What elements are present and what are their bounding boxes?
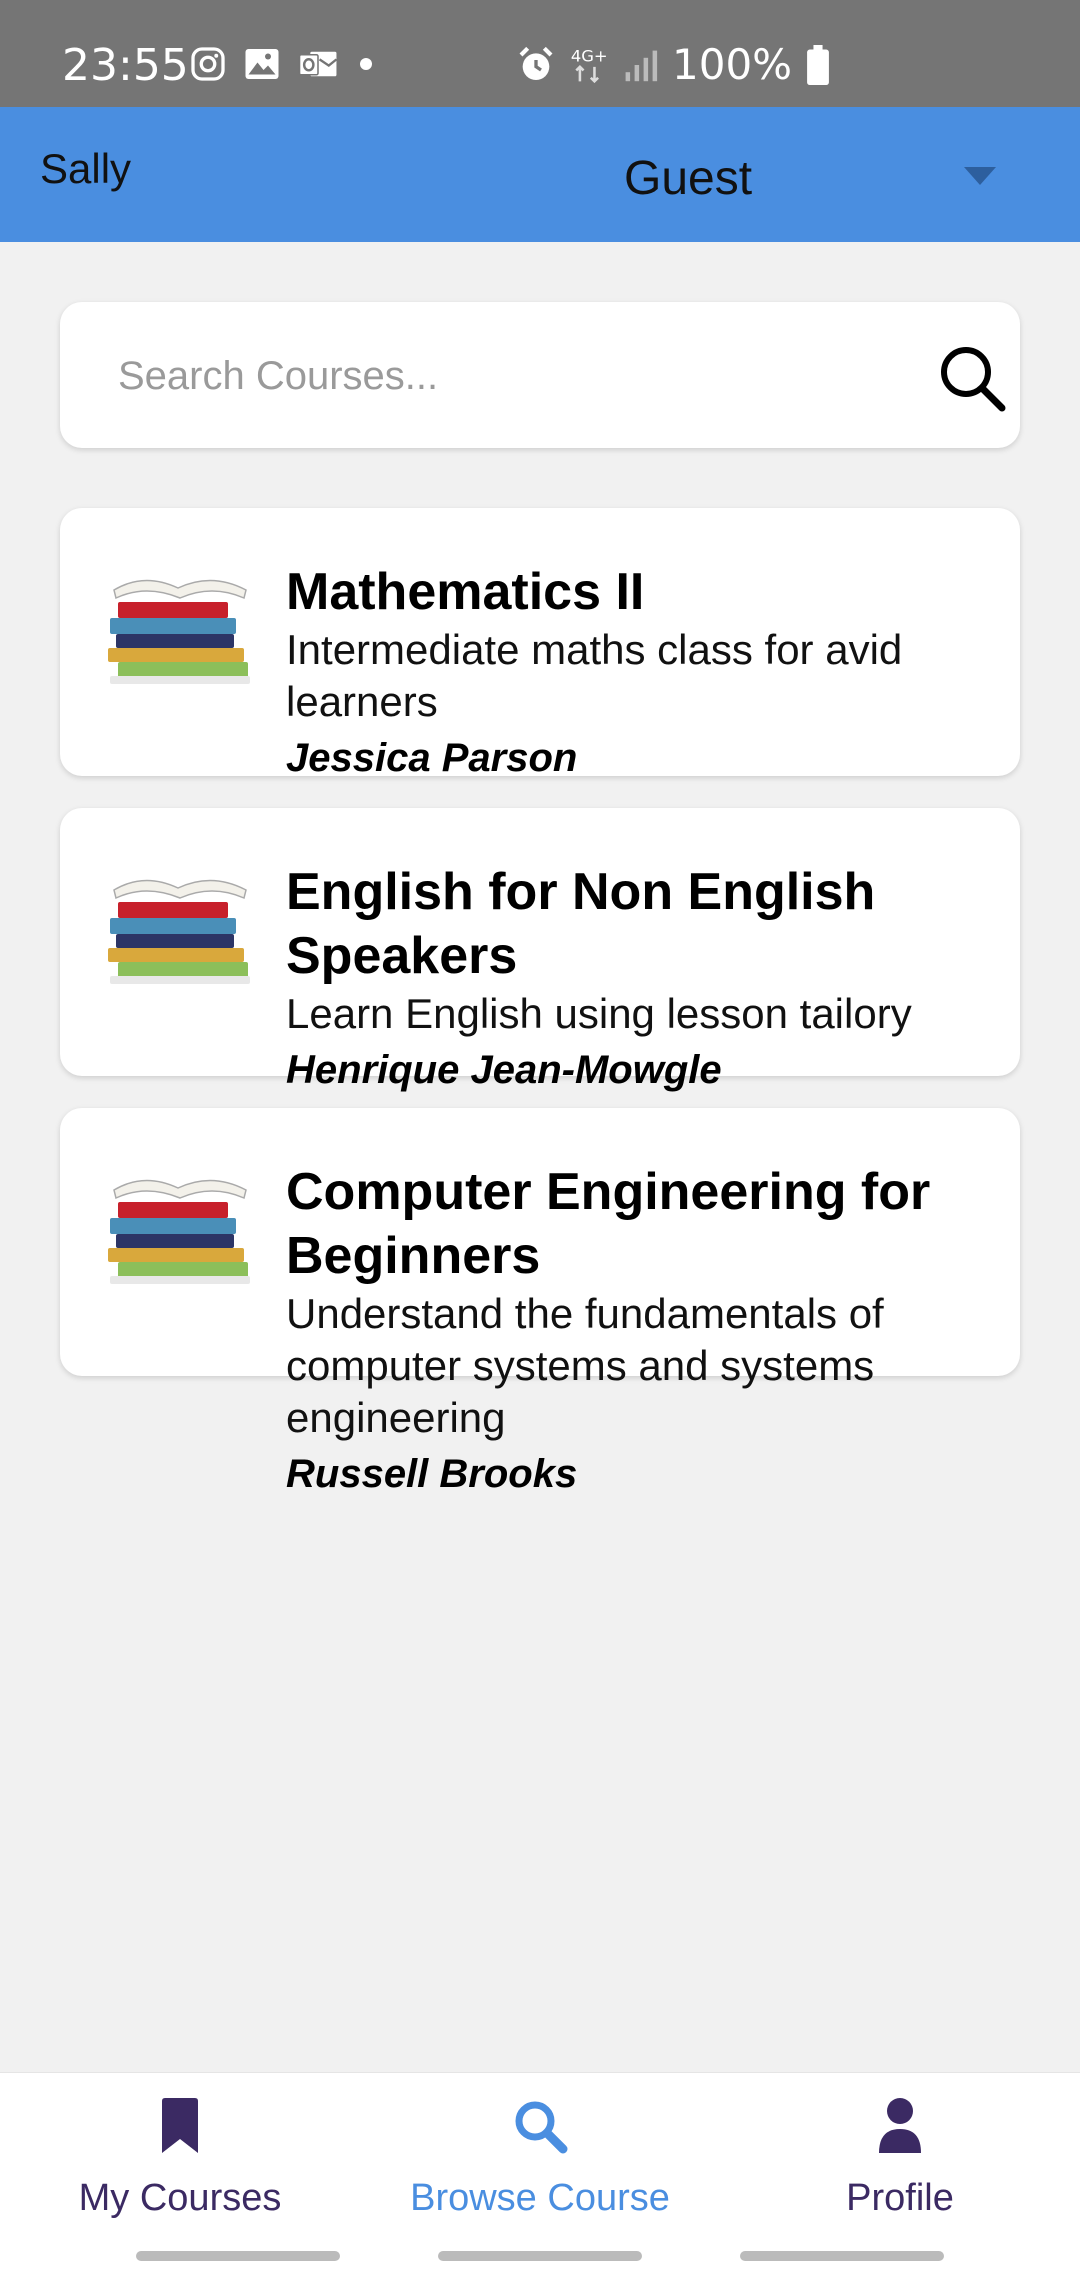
system-icons: 4G+ 100% — [516, 40, 830, 89]
gallery-icon — [245, 49, 279, 79]
course-info: English for Non English Speakers Learn E… — [286, 860, 1006, 1100]
app-header: Sally Guest — [0, 107, 1080, 242]
gesture-bar — [740, 2251, 944, 2261]
course-description: Learn English using lesson tailory — [286, 990, 912, 1037]
books-image — [108, 879, 250, 984]
search-icon — [515, 2101, 568, 2154]
course-card[interactable]: Mathematics II Intermediate maths class … — [60, 508, 1020, 780]
nav-label: My Courses — [78, 2177, 282, 2219]
search-bar — [60, 302, 1020, 448]
outlook-icon — [298, 51, 338, 77]
user-name: Sally — [40, 145, 132, 192]
nav-label: Browse Course — [410, 2177, 670, 2219]
bookmark-icon — [162, 2098, 198, 2153]
nav-my-courses[interactable]: My Courses — [0, 2097, 360, 2220]
user-icon — [879, 2098, 921, 2153]
course-title: Mathematics II — [286, 563, 645, 621]
course-author: Russell Brooks — [286, 1452, 578, 1496]
course-card[interactable]: Computer Engineering for Beginners Under… — [60, 1108, 1020, 1496]
gesture-bar — [136, 2251, 340, 2261]
course-description: Understand the fundamentals of computer … — [286, 1290, 884, 1441]
books-image — [108, 1179, 250, 1284]
battery-icon — [807, 44, 829, 85]
books-image — [108, 579, 250, 684]
nav-profile[interactable]: Profile — [720, 2097, 1080, 2220]
battery-percentage: 100% — [672, 40, 793, 89]
network-4g-icon: 4G+ — [571, 46, 608, 83]
course-info: Mathematics II Intermediate maths class … — [286, 560, 1006, 788]
role-dropdown-value[interactable]: Guest — [624, 151, 752, 206]
course-author: Jessica Parson — [286, 736, 578, 780]
status-time: 23:55 — [62, 40, 189, 91]
instagram-icon — [191, 47, 225, 81]
bottom-nav: My Courses Browse Course Profile — [0, 2072, 1080, 2280]
dot-icon — [360, 58, 372, 70]
chevron-down-icon[interactable] — [964, 167, 996, 185]
course-card[interactable]: English for Non English Speakers Learn E… — [60, 808, 1020, 1092]
nav-label: Profile — [846, 2177, 954, 2219]
svg-text:4G+: 4G+ — [571, 46, 608, 65]
course-info: Computer Engineering for Beginners Under… — [286, 1160, 1006, 1504]
alarm-icon — [519, 46, 553, 80]
nav-browse-course[interactable]: Browse Course — [360, 2097, 720, 2220]
signal-icon — [625, 50, 658, 81]
course-title: English for Non English Speakers — [286, 863, 876, 985]
search-icon[interactable] — [936, 342, 1008, 414]
search-input[interactable] — [118, 348, 878, 404]
status-bar: 23:55 4G+ 100% — [0, 0, 1080, 107]
course-author: Henrique Jean-Mowgle — [286, 1048, 722, 1092]
course-description: Intermediate maths class for avid learne… — [286, 626, 903, 725]
notification-icons — [190, 46, 376, 82]
gesture-bar — [438, 2251, 642, 2261]
course-title: Computer Engineering for Beginners — [286, 1163, 931, 1285]
